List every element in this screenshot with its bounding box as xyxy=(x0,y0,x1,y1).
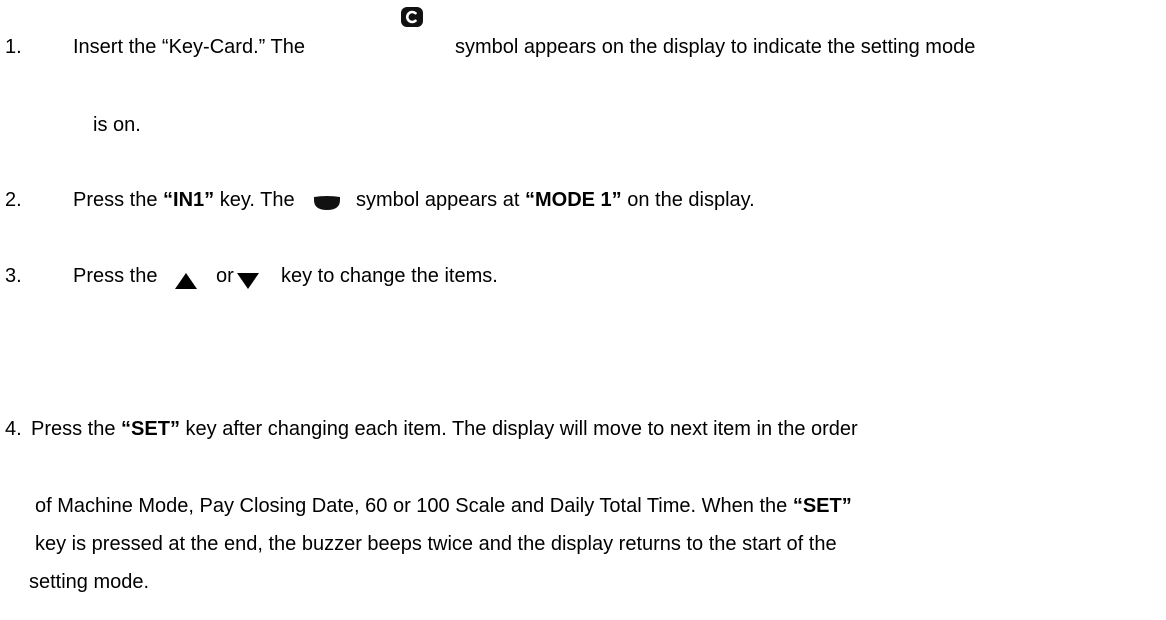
step-1-text-continued: is on. xyxy=(93,114,141,136)
step-1-number: 1. xyxy=(5,36,22,58)
step-4-text-line-2: of Machine Mode, Pay Closing Date, 60 or… xyxy=(35,494,852,518)
up-triangle-icon xyxy=(175,273,197,289)
step-1-text-end: symbol appears on the display to indicat… xyxy=(455,36,976,58)
step-1-text-start: Insert the “Key-Card.” The xyxy=(73,36,305,58)
step-4-text-line-4: setting mode. xyxy=(29,571,150,593)
step-4-text-a: Press the xyxy=(31,418,122,440)
set-key-label-2: “SET” xyxy=(792,495,852,517)
step-2-text-c: symbol appears at xyxy=(356,189,525,211)
step-4-text-line-3: key is pressed at the end, the buzzer be… xyxy=(35,533,837,555)
mode-1-label: “MODE 1” xyxy=(524,189,622,211)
step-3-text-start: Press the xyxy=(73,265,158,287)
key-card-c-icon xyxy=(401,7,423,27)
step-2-text: Press the “IN1” key. The xyxy=(73,188,295,212)
step-2-text-b: key. The xyxy=(214,189,295,211)
step-2-text-continued: symbol appears at “MODE 1” on the displa… xyxy=(356,188,755,212)
step-4-text-line-1: Press the “SET” key after changing each … xyxy=(31,417,858,441)
step-2-text-a: Press the xyxy=(73,189,164,211)
step-2-number: 2. xyxy=(5,189,22,211)
mode-indicator-icon xyxy=(314,196,340,210)
step-3-or: or xyxy=(216,265,234,287)
step-3-number: 3. xyxy=(5,265,22,287)
in1-key-label: “IN1” xyxy=(163,189,215,211)
step-2-text-d: on the display. xyxy=(621,189,755,211)
step-4-line2-text: of Machine Mode, Pay Closing Date, 60 or… xyxy=(35,495,793,517)
down-triangle-icon xyxy=(237,273,259,289)
step-4-text-b: key after changing each item. The displa… xyxy=(179,418,858,440)
set-key-label: “SET” xyxy=(121,418,180,440)
step-4-number: 4. xyxy=(5,418,22,440)
step-3-text-end: key to change the items. xyxy=(281,265,498,287)
